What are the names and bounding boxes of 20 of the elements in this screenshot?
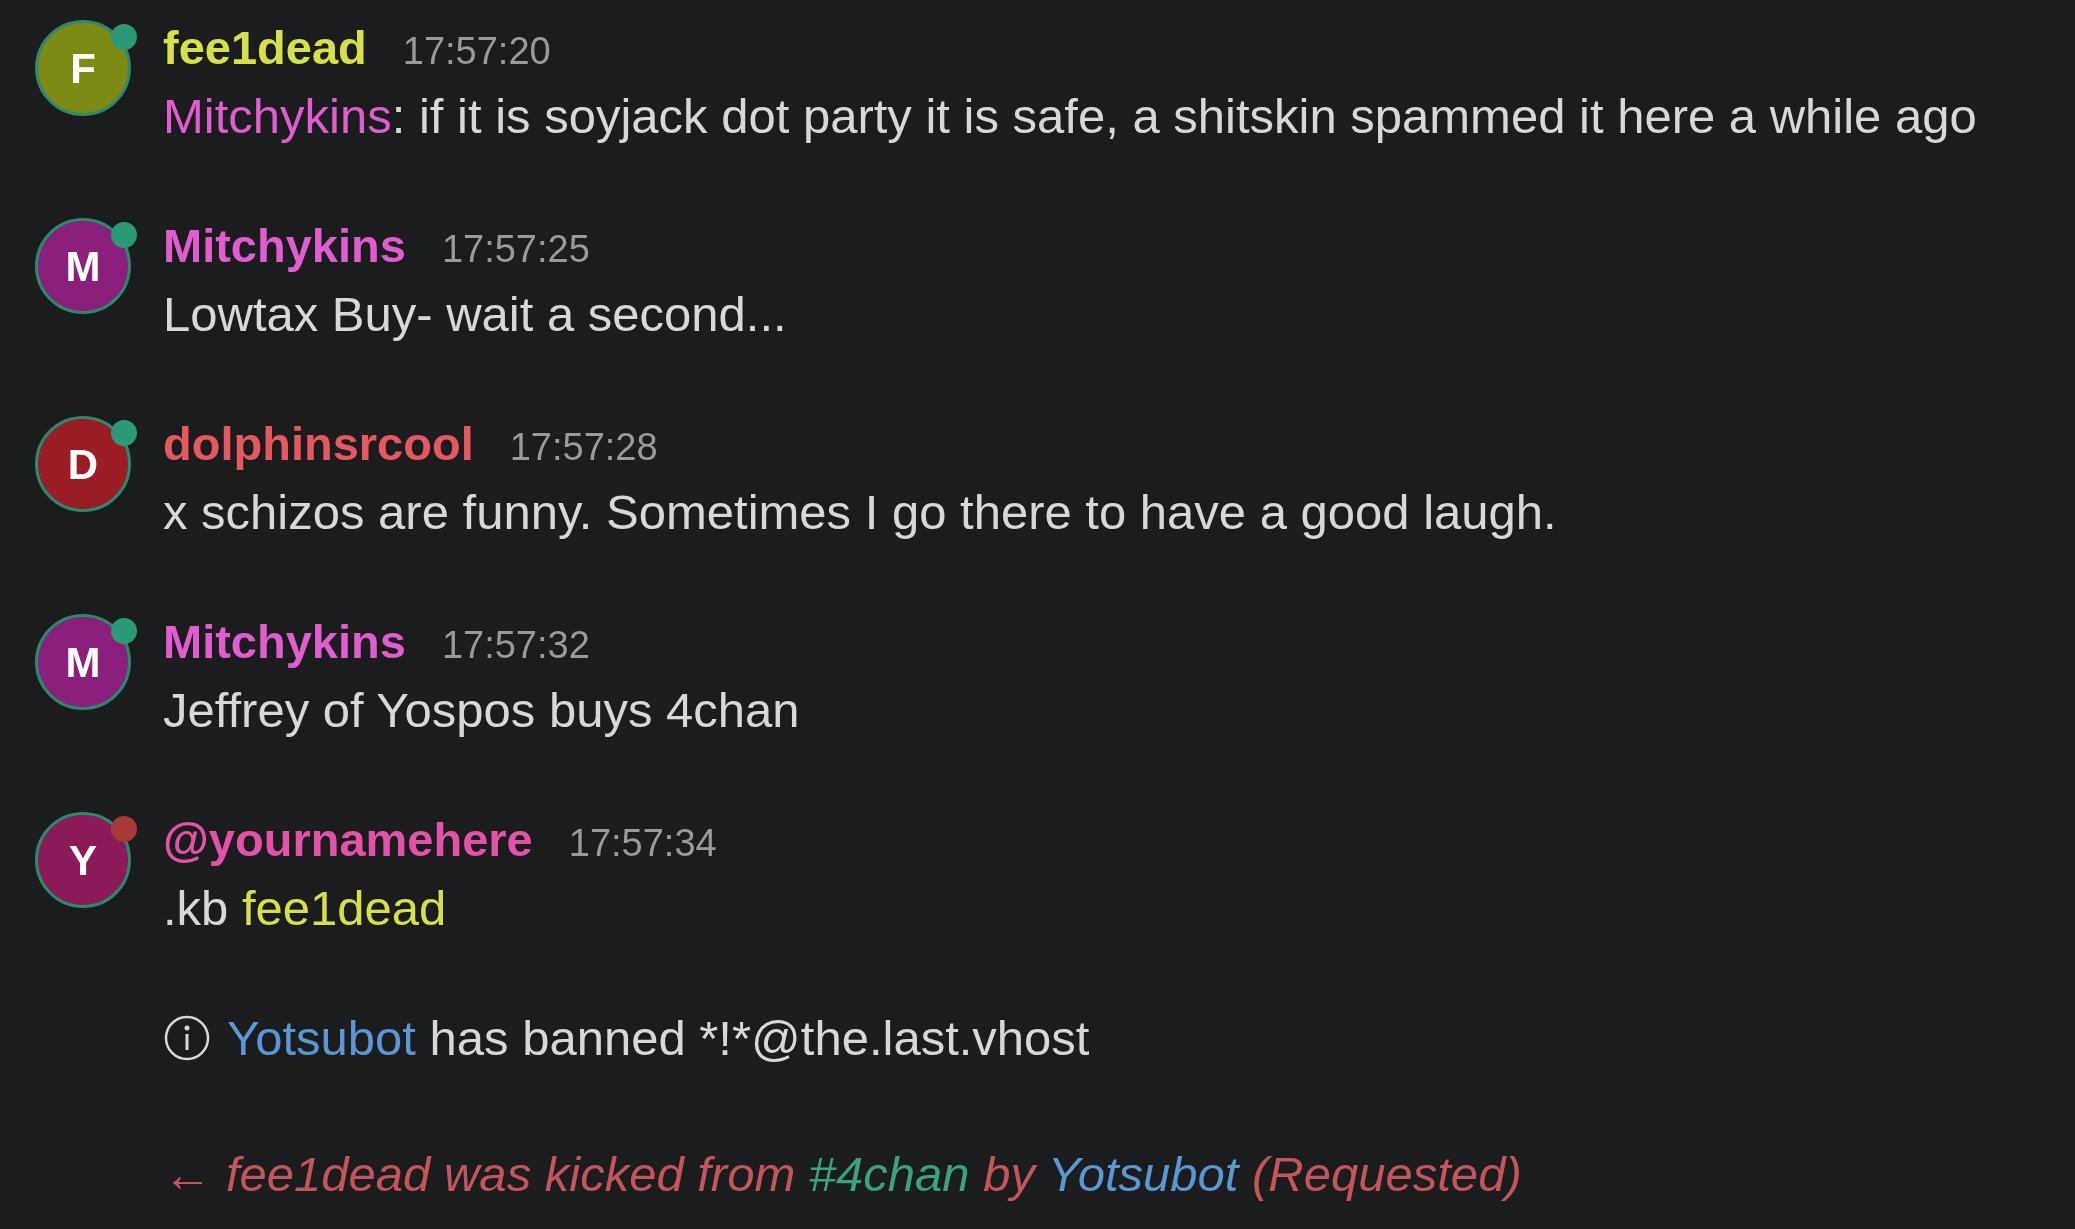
- user-avatar[interactable]: M: [35, 614, 131, 710]
- event-text: fee1dead was kicked from #4chan by Yotsubot (Requested): [226, 1149, 1522, 1199]
- message-text: Mitchykins: if it is soyjack dot party it is safe, a shitskin spammed it here a while ago: [163, 92, 1977, 141]
- message-text: Lowtax Buy- wait a second...: [163, 290, 787, 339]
- message-text: Jeffrey of Yospos buys 4chan: [163, 686, 800, 735]
- user-avatar[interactable]: D: [35, 416, 131, 512]
- author-name[interactable]: fee1dead: [163, 24, 367, 71]
- message-time: 17:57:28: [509, 428, 658, 466]
- event-text: Yotsubot has banned *!*@the.last.vhost: [227, 1013, 1090, 1063]
- message-text: x schizos are funny. Sometimes I go there to have a good laugh.: [163, 488, 1557, 537]
- message-time: 17:57:34: [568, 824, 717, 862]
- message-time: 17:57:25: [441, 230, 590, 268]
- user-avatar[interactable]: Y: [35, 812, 131, 908]
- message-time: 17:57:20: [402, 32, 551, 70]
- info-icon: [163, 1014, 211, 1062]
- user-avatar[interactable]: F: [35, 20, 131, 116]
- user-avatar[interactable]: M: [35, 218, 131, 314]
- message-time: 17:57:32: [441, 626, 590, 664]
- message-text: .kb fee1dead: [163, 884, 448, 933]
- left-arrow-icon: ←: [163, 1149, 212, 1199]
